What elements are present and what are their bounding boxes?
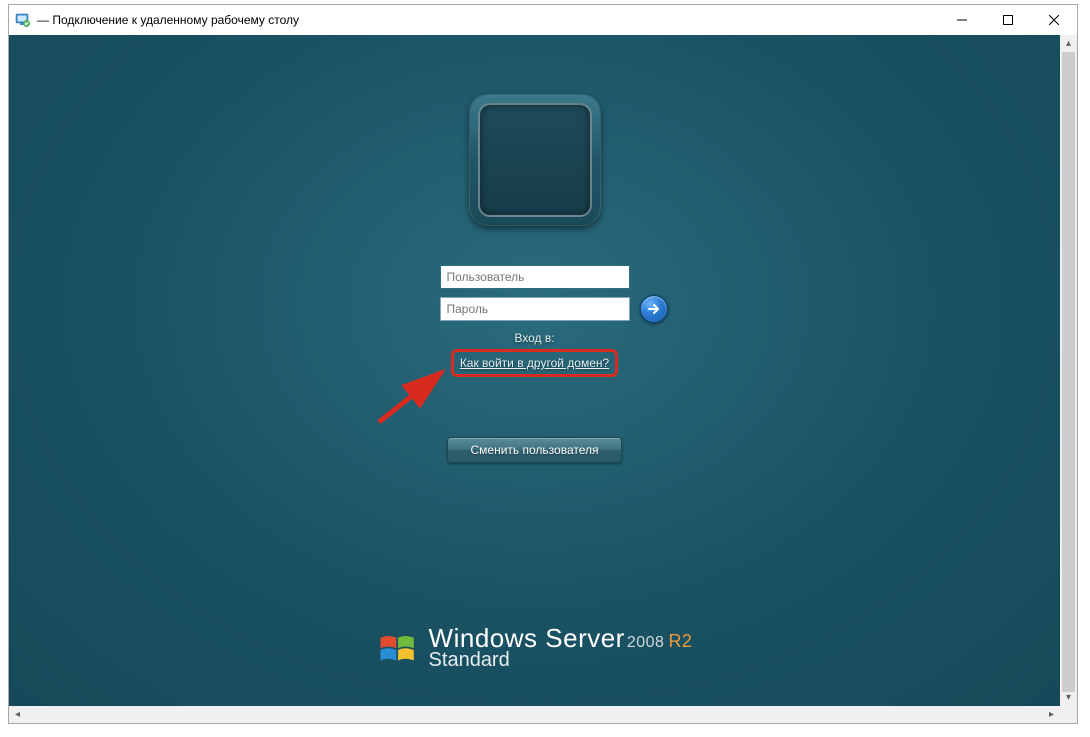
domain-label: Вход в: <box>514 331 554 345</box>
window-title: — Подключение к удаленному рабочему стол… <box>37 13 939 27</box>
other-domain-highlight: Как войти в другой домен? <box>451 349 618 377</box>
os-branding: Windows Server2008R2 Standard <box>377 625 693 671</box>
client-area: Вход в: Как войти в другой домен? Сменит… <box>9 35 1077 723</box>
scrollbar-corner <box>1060 706 1077 723</box>
titlebar: — Подключение к удаленному рабочему стол… <box>9 5 1077 35</box>
scroll-up-icon[interactable]: ▴ <box>1060 35 1077 52</box>
os-brand-text: Windows Server2008R2 Standard <box>429 625 693 671</box>
other-domain-link[interactable]: Как войти в другой домен? <box>460 356 609 370</box>
minimize-button[interactable] <box>939 5 985 35</box>
login-panel: Вход в: Как войти в другой домен? Сменит… <box>440 95 630 463</box>
user-avatar-frame <box>470 95 600 225</box>
windows-logo-icon <box>377 629 419 671</box>
maximize-button[interactable] <box>985 5 1031 35</box>
annotation-arrow <box>374 362 464 432</box>
scroll-right-icon[interactable]: ▸ <box>1043 706 1060 723</box>
switch-user-button[interactable]: Сменить пользователя <box>447 437 622 463</box>
username-input[interactable] <box>440 265 630 289</box>
rdp-window: — Подключение к удаленному рабочему стол… <box>8 4 1078 724</box>
vertical-scroll-thumb[interactable] <box>1062 52 1075 692</box>
submit-login-button[interactable] <box>640 295 668 323</box>
remote-desktop-viewport: Вход в: Как войти в другой домен? Сменит… <box>9 35 1060 706</box>
horizontal-scrollbar[interactable]: ◂ ▸ <box>9 706 1077 723</box>
close-button[interactable] <box>1031 5 1077 35</box>
window-controls <box>939 5 1077 35</box>
scroll-left-icon[interactable]: ◂ <box>9 706 26 723</box>
user-avatar <box>478 103 592 217</box>
vertical-scrollbar[interactable]: ▴ ▾ <box>1060 35 1077 706</box>
password-input[interactable] <box>440 297 630 321</box>
scroll-down-icon[interactable]: ▾ <box>1060 689 1077 706</box>
rdp-app-icon <box>15 12 31 28</box>
